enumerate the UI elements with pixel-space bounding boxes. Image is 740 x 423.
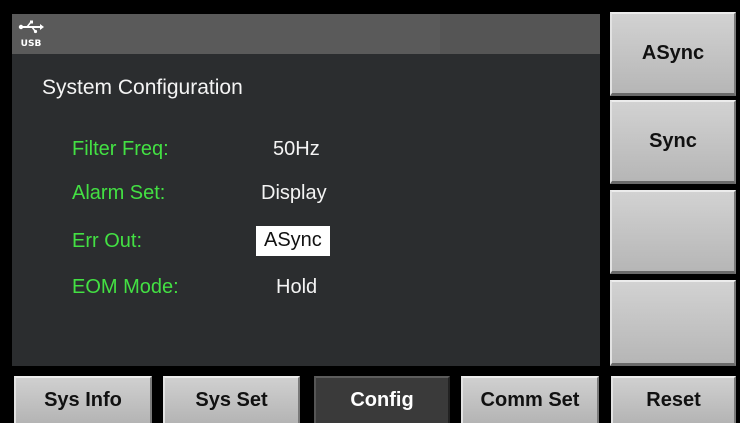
setting-label: Filter Freq: xyxy=(72,138,169,160)
setting-label: Alarm Set: xyxy=(72,182,166,204)
tab-comm-set[interactable]: Comm Set xyxy=(461,376,599,423)
setting-value[interactable]: Display xyxy=(261,182,327,205)
setting-row-eom-mode[interactable]: EOM Mode: Hold xyxy=(72,272,572,304)
page-title: System Configuration xyxy=(42,76,243,99)
instrument-screen: USB System Configuration Filter Freq: 50… xyxy=(0,0,740,423)
setting-row-alarm-set[interactable]: Alarm Set: Display xyxy=(72,178,572,210)
setting-label: Err Out: xyxy=(72,230,143,252)
status-bar: USB xyxy=(12,14,600,54)
softkey-empty-4[interactable] xyxy=(610,280,736,366)
status-bar-right xyxy=(440,14,600,54)
softkey-sync[interactable]: Sync xyxy=(610,100,736,184)
softkey-empty-3[interactable] xyxy=(610,190,736,274)
setting-value-selected[interactable]: ASync xyxy=(256,226,330,256)
setting-row-err-out[interactable]: Err Out: ASync xyxy=(72,226,572,258)
setting-label: EOM Mode: xyxy=(72,276,179,298)
setting-row-filter-freq[interactable]: Filter Freq: 50Hz xyxy=(72,134,572,166)
setting-value[interactable]: Hold xyxy=(276,276,317,299)
usb-text: USB xyxy=(21,39,42,49)
tab-sys-set[interactable]: Sys Set xyxy=(163,376,300,423)
tab-sys-info[interactable]: Sys Info xyxy=(14,376,152,423)
tab-reset[interactable]: Reset xyxy=(611,376,736,423)
softkey-async[interactable]: ASync xyxy=(610,12,736,96)
config-panel: System Configuration Filter Freq: 50Hz A… xyxy=(12,54,600,366)
setting-value[interactable]: 50Hz xyxy=(273,138,320,161)
usb-icon: USB xyxy=(18,19,44,49)
tab-config[interactable]: Config xyxy=(314,376,450,423)
